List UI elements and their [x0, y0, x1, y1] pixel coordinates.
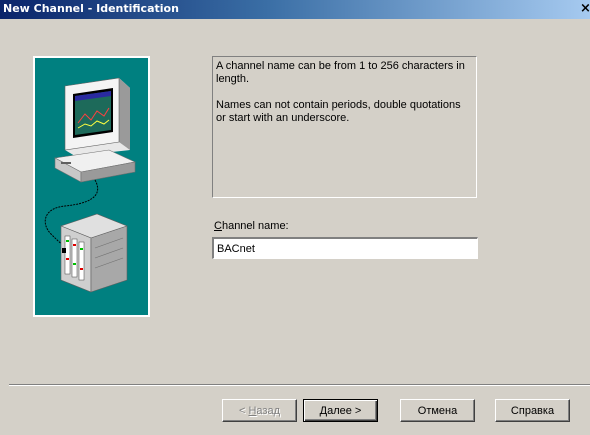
channel-name-label: Channel name:: [214, 220, 289, 232]
illustration-panel: [35, 58, 148, 315]
back-button-accel: Н: [248, 404, 257, 417]
channel-name-input[interactable]: [212, 237, 478, 259]
help-button-label: Справка: [510, 404, 555, 417]
cancel-button[interactable]: Отмена: [400, 399, 475, 422]
channel-name-rules: A channel name can be from 1 to 256 char…: [212, 56, 477, 198]
plc-device-icon: [60, 213, 128, 293]
back-button-prefix: <: [238, 404, 249, 417]
next-button-accel: Д: [319, 404, 328, 417]
cancel-button-label: Отмена: [417, 404, 458, 417]
info-text-length: A channel name can be from 1 to 256 char…: [216, 60, 465, 85]
next-button-label: алее >: [327, 404, 362, 417]
next-button[interactable]: Далее >: [303, 399, 378, 422]
back-button-label: азад: [256, 404, 280, 417]
help-button[interactable]: Справка: [495, 399, 570, 422]
channel-name-label-accel: C: [214, 220, 222, 232]
wizard-illustration: [33, 56, 150, 317]
close-button[interactable]: ×: [580, 1, 590, 17]
window-title: New Channel - Identification: [3, 2, 179, 15]
back-button[interactable]: < Назад: [222, 399, 297, 422]
button-separator: [9, 384, 590, 386]
info-text-restrictions: Names can not contain periods, double qu…: [216, 99, 461, 124]
title-bar: New Channel - Identification ×: [0, 0, 590, 19]
illustration-svg: [44, 77, 136, 293]
computer-icon: [54, 77, 136, 183]
channel-name-label-text: hannel name:: [221, 220, 289, 232]
